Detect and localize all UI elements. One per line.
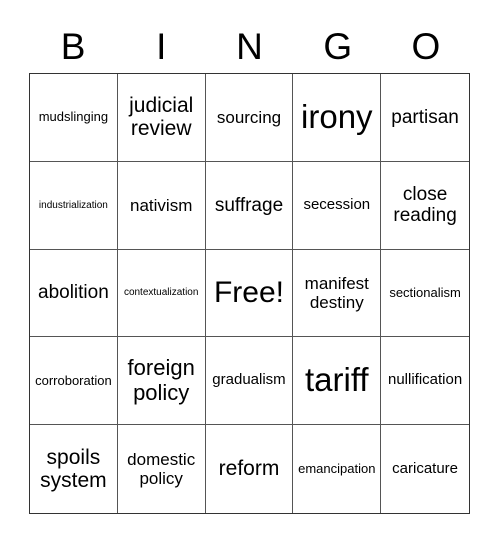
bingo-cell[interactable]: suffrage [205,161,294,250]
bingo-cell[interactable]: sourcing [205,74,294,162]
bingo-cell[interactable]: domestic policy [118,425,206,513]
bingo-cell[interactable]: mudslinging [30,74,118,162]
header-letter-i: I [156,26,167,67]
bingo-cell[interactable]: manifest destiny [293,249,382,338]
bingo-cell[interactable]: reform [206,425,294,513]
bingo-cell[interactable]: secession [293,161,382,250]
bingo-cell[interactable]: nativism [117,161,206,250]
bingo-cell[interactable]: emancipation [293,425,382,513]
bingo-cell[interactable]: tariff [293,337,382,426]
bingo-cell[interactable]: close reading [381,162,469,250]
bingo-cell[interactable]: contextualization [117,249,206,338]
bingo-cell[interactable]: foreign policy [117,337,206,426]
bingo-cell[interactable]: abolition [30,249,118,338]
free-space-cell[interactable]: Free! [205,249,294,338]
bingo-cell[interactable]: nullification [381,337,469,426]
bingo-cell[interactable]: caricature [381,425,469,513]
bingo-grid: mudslinging judicial review sourcing irony p… [29,73,470,514]
header-letter-g: G [323,26,353,67]
header-letter-b: B [60,26,86,67]
bingo-cell[interactable]: corroboration [30,337,118,426]
bingo-cell[interactable]: gradualism [205,337,294,426]
bingo-cell[interactable]: irony [293,74,382,162]
header-letter-o: O [411,26,441,67]
bingo-cell[interactable]: judicial review [117,74,206,162]
bingo-cell[interactable]: sectionalism [381,250,469,338]
bingo-cell[interactable]: partisan [381,74,469,162]
bingo-cell[interactable]: spoils system [30,425,118,513]
bingo-header: B I N G O [29,22,470,72]
header-letter-n: N [236,26,263,67]
bingo-cell[interactable]: industrialization [30,161,118,250]
